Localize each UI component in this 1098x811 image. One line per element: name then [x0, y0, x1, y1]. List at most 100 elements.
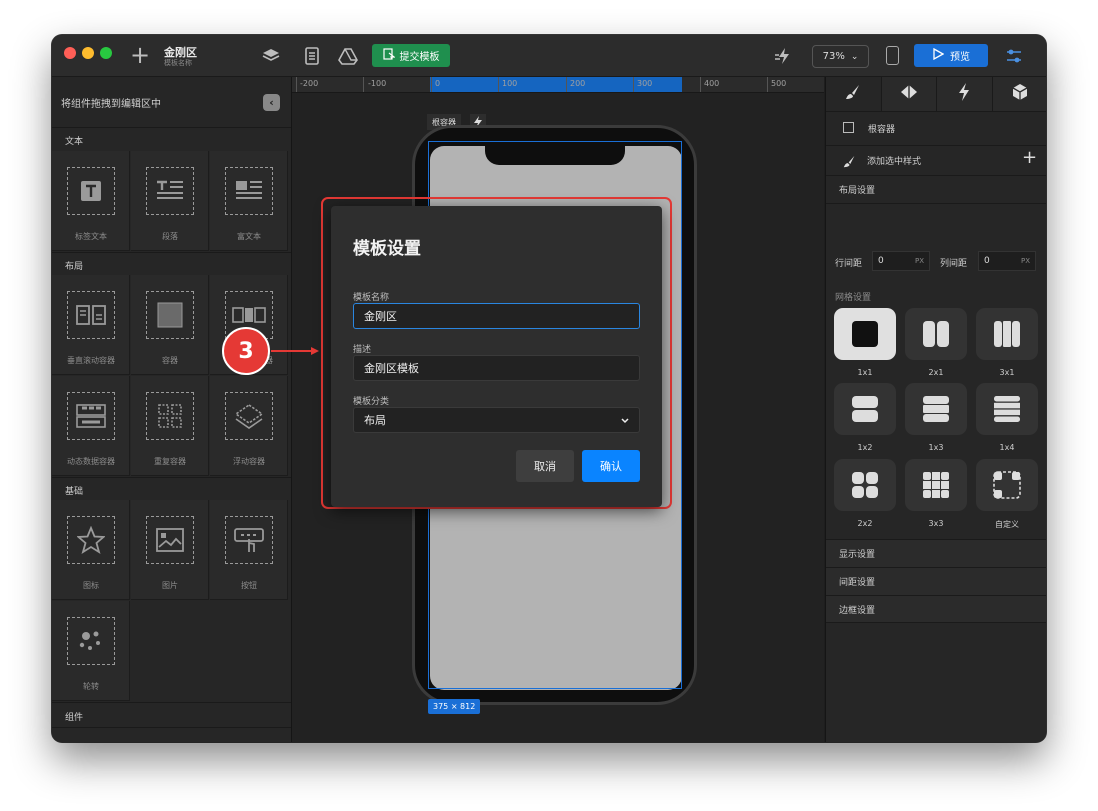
cancel-button[interactable]: 取消 — [516, 450, 574, 482]
category-select[interactable]: 布局 — [353, 407, 640, 433]
grid-option-label: 3x3 — [928, 519, 944, 528]
layers-icon[interactable] — [261, 46, 281, 66]
close-window-button[interactable] — [64, 47, 76, 59]
description-input[interactable] — [353, 355, 640, 381]
category-value: 布局 — [364, 414, 386, 427]
component-label: 浮动容器 — [233, 457, 265, 466]
add-style-plus-icon[interactable]: + — [1022, 147, 1037, 168]
panel-header: 将组件拖拽到编辑区中 — [61, 99, 161, 110]
component-floating[interactable]: 浮动容器 — [210, 376, 288, 476]
tab-events[interactable] — [937, 77, 993, 111]
tab-data[interactable] — [993, 77, 1047, 111]
preview-button[interactable]: 预览 — [914, 44, 988, 67]
text-icon — [67, 167, 115, 215]
repeat-icon — [146, 392, 194, 440]
root-container-checkbox[interactable] — [843, 122, 854, 133]
component-carousel[interactable]: 轮转 — [52, 601, 130, 701]
confirm-button[interactable]: 确认 — [582, 450, 640, 482]
ruler-tick: 200 — [570, 79, 586, 88]
document-icon[interactable] — [302, 46, 322, 66]
brush-icon — [845, 84, 861, 104]
chevron-down-icon: ⌄ — [850, 51, 859, 62]
minimize-window-button[interactable] — [82, 47, 94, 59]
row-gap-input[interactable]: 0 PX — [872, 251, 930, 271]
section-layout: 布局 — [65, 262, 84, 272]
template-name-input[interactable] — [353, 303, 640, 329]
section-text: 文本 — [65, 137, 84, 147]
grid-2x1-option[interactable] — [905, 308, 967, 360]
row-gap-label: 行间距 — [835, 259, 863, 269]
zoom-value: 73% — [822, 51, 845, 62]
properties-tabs — [826, 77, 1046, 112]
component-button[interactable]: 按钮 — [210, 500, 288, 600]
carousel-icon — [67, 617, 115, 665]
grid-1x2-option[interactable] — [834, 383, 896, 435]
divider — [52, 127, 291, 128]
grid-option-label: 3x1 — [999, 368, 1015, 377]
flash-icon[interactable] — [774, 46, 794, 66]
ruler-tick: 300 — [637, 79, 653, 88]
display-settings-header[interactable]: 显示设置 — [826, 539, 1046, 567]
maximize-window-button[interactable] — [100, 47, 112, 59]
spacing-settings-header[interactable]: 间距设置 — [826, 567, 1046, 595]
component-label: 图片 — [162, 581, 178, 590]
container-icon — [146, 291, 194, 339]
dialog-title: 模板设置 — [353, 239, 421, 259]
component-rich-text[interactable]: 富文本 — [210, 151, 288, 251]
grid-1x3-option[interactable] — [905, 383, 967, 435]
zoom-select[interactable]: 73% ⌄ — [812, 45, 869, 68]
chevron-down-icon — [621, 414, 629, 427]
grid-option-label: 2x1 — [928, 368, 944, 377]
grid-3x1-option[interactable] — [976, 308, 1038, 360]
device-icon[interactable] — [886, 46, 899, 65]
component-label: 标签文本 — [75, 232, 107, 241]
lightning-icon — [958, 83, 970, 105]
grid-1x4-option[interactable] — [976, 383, 1038, 435]
size-badge: 375 × 812 — [428, 699, 481, 714]
tab-component[interactable] — [882, 77, 937, 111]
border-settings-header[interactable]: 边框设置 — [826, 595, 1046, 623]
document-subtitle: 模板名称 — [164, 59, 192, 67]
vertical-scroll-icon — [67, 291, 115, 339]
dynamic-data-icon — [67, 392, 115, 440]
paragraph-icon — [146, 167, 194, 215]
star-icon — [67, 516, 115, 564]
grid-2x2-option[interactable] — [834, 459, 896, 511]
floating-icon — [225, 392, 273, 440]
component-label-text[interactable]: 标签文本 — [52, 151, 130, 251]
component-icon[interactable]: 图标 — [52, 500, 130, 600]
tab-style[interactable] — [826, 77, 882, 111]
divider — [826, 203, 1046, 204]
layout-settings-header[interactable]: 布局设置 — [839, 183, 1046, 196]
preview-label: 预览 — [950, 52, 970, 63]
grid-option-label: 2x2 — [857, 519, 873, 528]
ruler-tick: -200 — [300, 79, 319, 88]
component-repeat[interactable]: 重复容器 — [131, 376, 209, 476]
description-label: 描述 — [353, 345, 372, 355]
submit-template-button[interactable]: 提交模板 — [372, 44, 450, 67]
grid-1x1-option[interactable] — [834, 308, 896, 360]
grid-custom-option[interactable] — [976, 459, 1038, 511]
drive-icon[interactable] — [338, 46, 358, 66]
component-dynamic-data[interactable]: 动态数据容器 — [52, 376, 130, 476]
ruler-tick: 0 — [435, 79, 441, 88]
add-icon[interactable]: + — [130, 41, 150, 69]
image-icon — [146, 516, 194, 564]
component-label: 动态数据容器 — [67, 457, 115, 466]
component-label: 容器 — [162, 356, 178, 365]
properties-panel: 根容器 添加选中样式 + 布局设置 行间距 0 PX 列间距 0 PX 网格设置… — [825, 77, 1046, 742]
sliders-icon[interactable] — [1005, 47, 1023, 65]
grid-3x3-option[interactable] — [905, 459, 967, 511]
col-gap-input[interactable]: 0 PX — [978, 251, 1036, 271]
divider — [52, 702, 291, 703]
component-image[interactable]: 图片 — [131, 500, 209, 600]
collapse-panel-button[interactable]: ‹ — [263, 94, 280, 111]
component-paragraph[interactable]: 段落 — [131, 151, 209, 251]
divider — [52, 477, 291, 478]
component-container[interactable]: 容器 — [131, 275, 209, 375]
grid-settings-label: 网格设置 — [835, 293, 872, 303]
component-vertical-scroll[interactable]: 垂直滚动容器 — [52, 275, 130, 375]
grid-option-label: 自定义 — [995, 520, 1019, 529]
divider — [52, 727, 291, 728]
add-style-label[interactable]: 添加选中样式 — [867, 154, 1046, 167]
